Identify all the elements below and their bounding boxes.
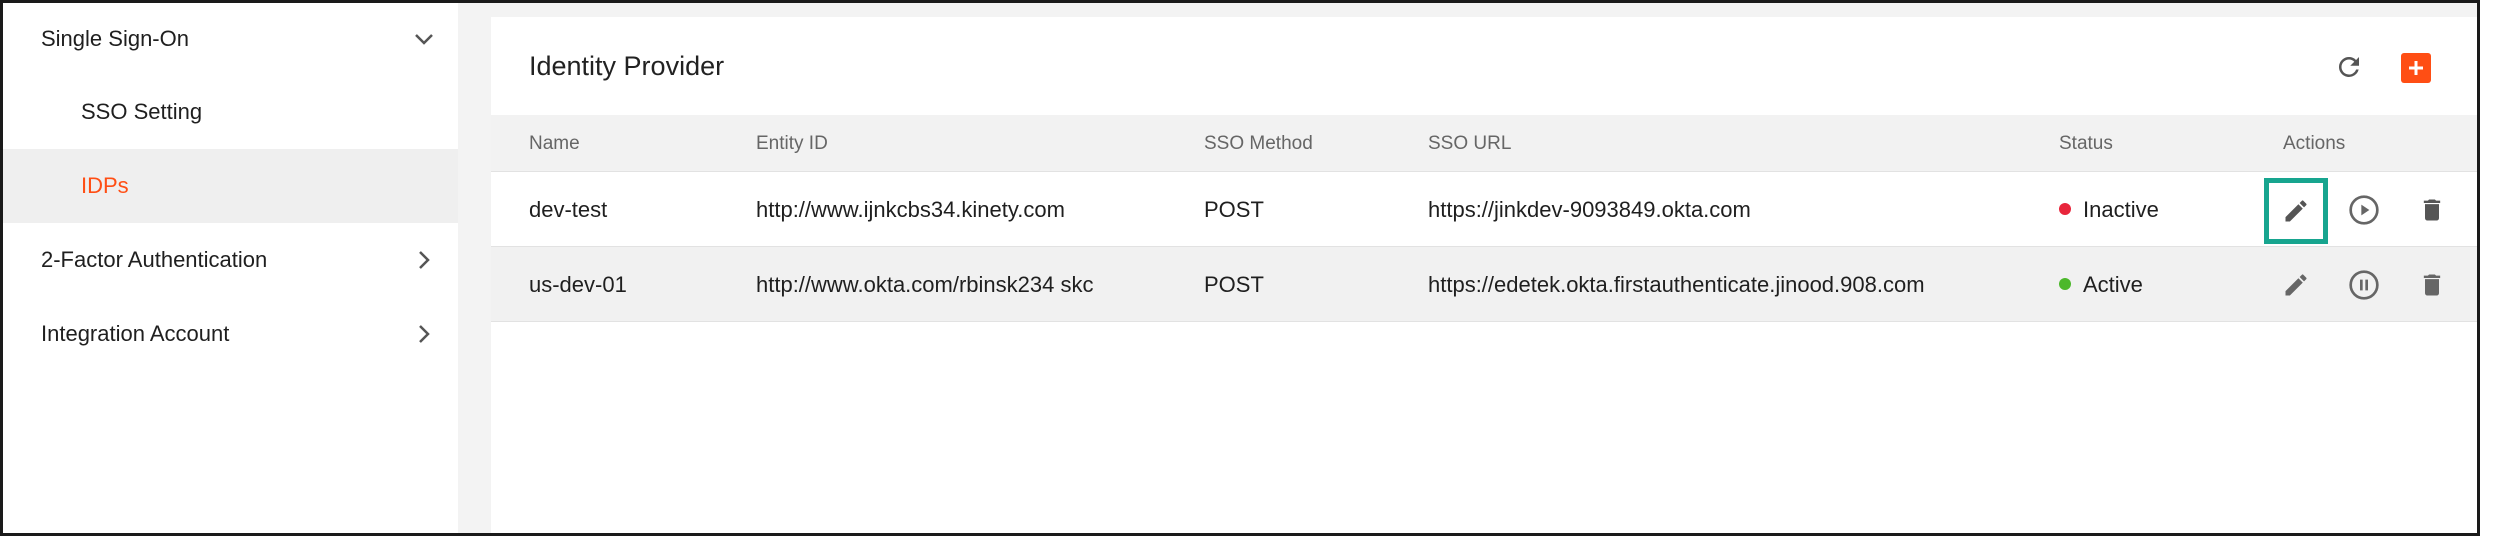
sidebar-item-label: Integration Account bbox=[41, 321, 230, 346]
edit-button[interactable] bbox=[2277, 266, 2315, 304]
cell-status: Inactive bbox=[2059, 172, 2159, 247]
sidebar-item-label: IDPs bbox=[81, 173, 129, 198]
delete-button[interactable] bbox=[2413, 191, 2451, 229]
sidebar-item-label: SSO Setting bbox=[81, 99, 203, 124]
table-row: us-dev-01 http://www.okta.com/rbinsk234 … bbox=[491, 247, 2477, 322]
sidebar-item-label: Single Sign-On bbox=[41, 26, 189, 51]
table-row: dev-test http://www.ijnkcbs34.kinety.com… bbox=[491, 172, 2477, 247]
trash-icon bbox=[2423, 274, 2441, 296]
activate-button[interactable] bbox=[2345, 191, 2383, 229]
play-circle-icon bbox=[2349, 195, 2379, 225]
trash-icon bbox=[2423, 199, 2441, 221]
pause-circle-icon bbox=[2349, 270, 2379, 300]
column-header-entity-id[interactable]: Entity ID bbox=[756, 115, 828, 172]
cell-entity-id: http://www.okta.com/rbinsk234 skc bbox=[756, 272, 1094, 297]
delete-button[interactable] bbox=[2413, 266, 2451, 304]
column-header-actions: Actions bbox=[2283, 133, 2346, 154]
pencil-icon bbox=[2285, 274, 2307, 296]
sidebar-item-idps[interactable]: IDPs bbox=[3, 149, 458, 223]
status-dot-inactive bbox=[2059, 203, 2071, 216]
plus-icon bbox=[2409, 61, 2423, 75]
add-idp-button[interactable] bbox=[2401, 53, 2431, 83]
status-dot-active bbox=[2059, 278, 2071, 291]
sidebar-item-2-factor-authentication[interactable]: 2-Factor Authentication bbox=[3, 223, 458, 297]
edit-button[interactable] bbox=[2264, 178, 2328, 244]
deactivate-button[interactable] bbox=[2345, 266, 2383, 304]
column-header-status[interactable]: Status bbox=[2059, 115, 2113, 172]
status-label: Active bbox=[2083, 272, 2143, 297]
cell-status: Active bbox=[2059, 247, 2143, 322]
identity-provider-card: Identity Provider Name Entity ID SSO Met… bbox=[491, 17, 2477, 533]
chevron-right-icon bbox=[410, 320, 438, 348]
refresh-icon bbox=[2338, 56, 2359, 77]
column-header-name[interactable]: Name bbox=[529, 115, 580, 172]
chevron-right-icon bbox=[410, 246, 438, 274]
cell-sso-method: POST bbox=[1204, 272, 1264, 297]
idp-table: Name Entity ID SSO Method SSO URL Status… bbox=[491, 115, 2477, 322]
app-frame: Single Sign-On SSO Setting IDPs 2-Factor… bbox=[0, 0, 2480, 536]
cell-name: us-dev-01 bbox=[529, 272, 627, 297]
sidebar-item-label: 2-Factor Authentication bbox=[41, 247, 268, 272]
cell-name: dev-test bbox=[529, 197, 608, 222]
refresh-button[interactable] bbox=[2331, 49, 2367, 85]
page-title: Identity Provider bbox=[529, 51, 725, 81]
table-header: Name Entity ID SSO Method SSO URL Status… bbox=[491, 115, 2477, 172]
cell-sso-url: https://edetek.okta.firstauthenticate.ji… bbox=[1428, 272, 1925, 297]
column-header-sso-method[interactable]: SSO Method bbox=[1204, 115, 1313, 172]
sidebar: Single Sign-On SSO Setting IDPs 2-Factor… bbox=[3, 3, 458, 533]
status-label: Inactive bbox=[2083, 197, 2159, 222]
column-header-sso-url[interactable]: SSO URL bbox=[1428, 115, 1511, 172]
chevron-down-icon bbox=[410, 25, 438, 53]
pencil-icon bbox=[2285, 200, 2307, 222]
cell-sso-url: https://jinkdev-9093849.okta.com bbox=[1428, 197, 1751, 222]
cell-sso-method: POST bbox=[1204, 197, 1264, 222]
cell-entity-id: http://www.ijnkcbs34.kinety.com bbox=[756, 197, 1065, 222]
sidebar-item-sso-setting[interactable]: SSO Setting bbox=[3, 75, 458, 149]
sidebar-item-single-sign-on[interactable]: Single Sign-On bbox=[3, 3, 458, 75]
sidebar-item-integration-account[interactable]: Integration Account bbox=[3, 297, 458, 371]
